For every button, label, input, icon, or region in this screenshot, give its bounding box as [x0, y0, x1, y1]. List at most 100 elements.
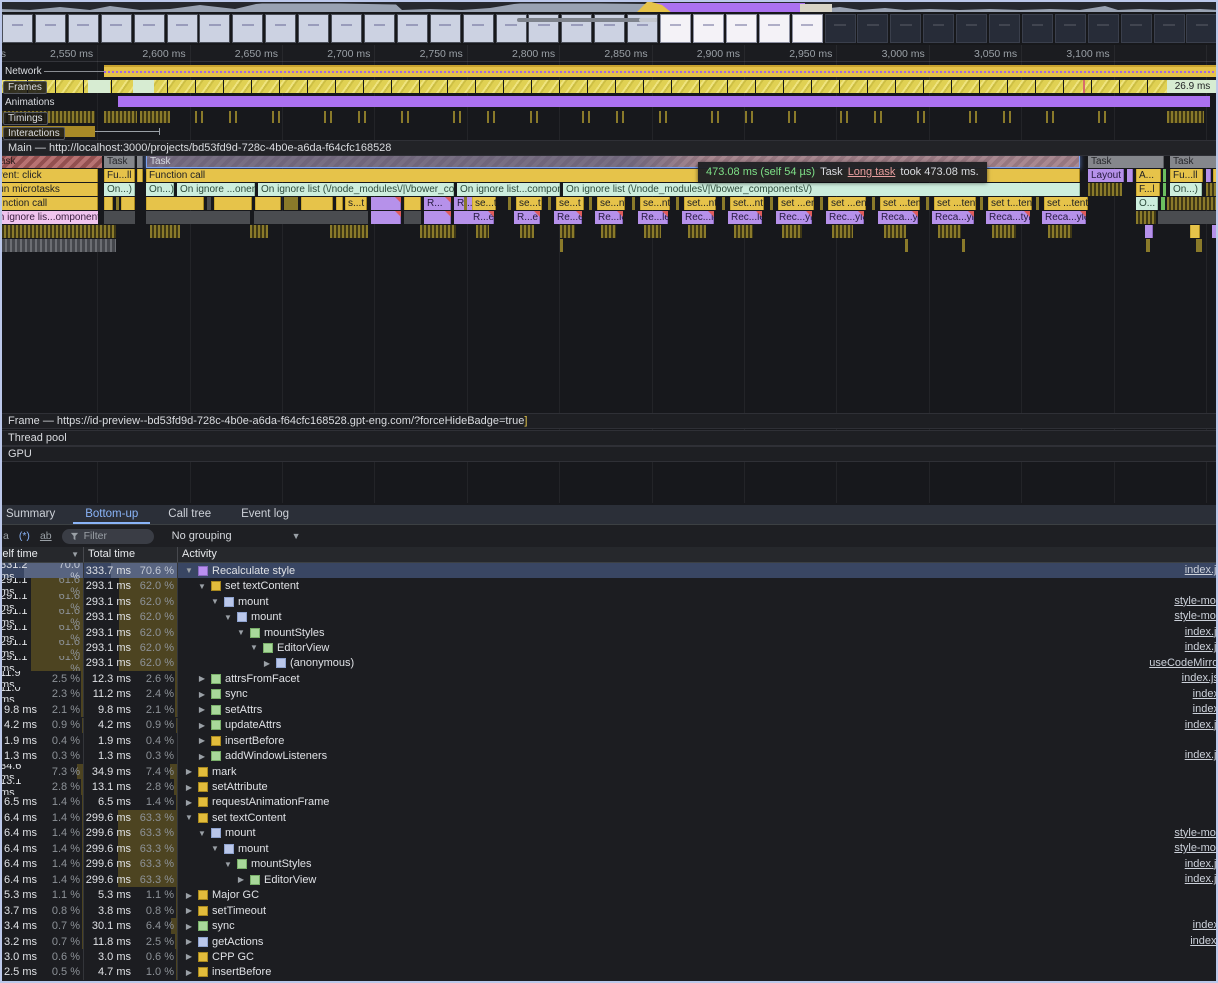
flame-block[interactable]: Task [1170, 155, 1218, 168]
frames-track[interactable]: 26.9 ms [0, 80, 1218, 93]
table-row[interactable]: 3.0 ms0.6 %3.0 ms0.6 %▶CPP GC [0, 949, 1218, 964]
expand-arrow-icon[interactable]: ▶ [184, 767, 194, 776]
expand-arrow-icon[interactable]: ▶ [197, 721, 207, 730]
source-link[interactable]: style-mod [1174, 610, 1218, 622]
flame-fragment[interactable] [301, 197, 333, 210]
flame-fragment[interactable] [548, 197, 551, 210]
table-row[interactable]: 6.4 ms1.4 %299.6 ms63.3 %▼mountStylesind… [0, 857, 1218, 872]
flame-block[interactable]: se...t [556, 197, 584, 210]
source-link[interactable]: index.j [1190, 935, 1218, 947]
frame-block[interactable] [1064, 80, 1091, 93]
flame-fragment[interactable] [782, 225, 802, 238]
expand-arrow-icon[interactable]: ▶ [197, 674, 207, 683]
flame-fragment[interactable] [371, 211, 401, 224]
main-flame-chart[interactable]: TaskTaskTaskTaskTaskEvent: clickFu...llF… [0, 155, 1218, 255]
flame-fragment[interactable] [1196, 239, 1202, 252]
flame-block[interactable]: set...nt [730, 197, 764, 210]
frame-block[interactable] [252, 80, 279, 93]
flame-block[interactable]: F...l [1136, 183, 1160, 196]
grouping-select[interactable]: No grouping ▼ [172, 530, 301, 542]
flame-fragment[interactable] [508, 197, 511, 210]
frame-block[interactable] [364, 80, 391, 93]
flame-fragment[interactable] [104, 197, 113, 210]
flame-fragment[interactable] [1127, 169, 1133, 182]
flame-block[interactable]: Rec...le [682, 211, 714, 224]
flame-block[interactable]: Fu...ll [1170, 169, 1203, 182]
filmstrip-thumbnail[interactable] [167, 14, 198, 43]
frame-block[interactable] [196, 80, 223, 93]
flame-fragment[interactable] [688, 225, 706, 238]
expand-arrow-icon[interactable]: ▶ [184, 922, 194, 931]
flame-block[interactable]: On...) [1170, 183, 1202, 196]
filmstrip-thumbnail[interactable] [890, 14, 921, 43]
flame-fragment[interactable] [560, 239, 563, 252]
filmstrip-thumbnail[interactable] [68, 14, 99, 43]
flame-fragment[interactable] [121, 197, 135, 210]
flame-fragment[interactable] [1190, 225, 1200, 238]
source-link[interactable]: index.js [1185, 719, 1218, 731]
frame-duration-badge[interactable]: 26.9 ms [1167, 80, 1218, 93]
flame-block[interactable]: On ignore ...onents\/) [177, 183, 255, 196]
flame-fragment[interactable] [137, 169, 143, 182]
flame-fragment[interactable] [207, 197, 211, 210]
table-row[interactable]: 2.5 ms0.5 %4.7 ms1.0 %▶insertBefore [0, 965, 1218, 980]
flame-fragment[interactable] [1146, 239, 1150, 252]
filmstrip-thumbnail[interactable] [463, 14, 494, 43]
flame-fragment[interactable] [1163, 169, 1166, 182]
flame-fragment[interactable] [820, 197, 823, 210]
filmstrip-thumbnail[interactable] [792, 14, 823, 43]
table-row[interactable]: 291.1 ms61.6 %293.1 ms62.0 %▼mountStyles… [0, 625, 1218, 640]
frame-block[interactable] [868, 80, 895, 93]
filmstrip-thumbnail[interactable] [857, 14, 888, 43]
flame-fragment[interactable] [146, 197, 204, 210]
flame-fragment[interactable] [0, 239, 116, 252]
collapse-arrow-icon[interactable]: ▼ [210, 597, 220, 606]
filmstrip-thumbnail[interactable] [199, 14, 230, 43]
expand-arrow-icon[interactable]: ▶ [197, 705, 207, 714]
flame-block[interactable]: On ignore list (\/node_modules\/|\/bower… [563, 183, 1080, 196]
flame-block[interactable]: On ignore lis...omponents\/) [0, 211, 98, 224]
filmstrip-thumbnail[interactable] [1186, 14, 1217, 43]
frame-block[interactable] [896, 80, 923, 93]
flame-fragment[interactable] [284, 197, 298, 210]
flame-block[interactable]: Reca...yle [1042, 211, 1086, 224]
filmstrip-thumbnail[interactable] [35, 14, 66, 43]
flame-block[interactable]: set ...tent [934, 197, 976, 210]
filmstrip-thumbnail[interactable] [989, 14, 1020, 43]
frame-block[interactable] [224, 80, 251, 93]
expand-arrow-icon[interactable]: ▶ [197, 752, 207, 761]
flame-fragment[interactable] [1206, 183, 1218, 196]
table-row[interactable]: 3.4 ms0.7 %30.1 ms6.4 %▶syncindex. [0, 918, 1218, 933]
table-row[interactable]: 4.2 ms0.9 %4.2 ms0.9 %▶updateAttrsindex.… [0, 718, 1218, 733]
match-case-icon[interactable]: a [3, 530, 9, 542]
filmstrip-thumbnail[interactable] [430, 14, 461, 43]
frame-block-idle[interactable] [133, 80, 154, 93]
frame-block[interactable] [392, 80, 419, 93]
flame-fragment[interactable] [1048, 225, 1072, 238]
flame-fragment[interactable] [336, 197, 343, 210]
expand-arrow-icon[interactable]: ▶ [184, 968, 194, 977]
frame-block[interactable] [420, 80, 447, 93]
animations-bar[interactable] [118, 96, 1210, 107]
flame-block[interactable]: A... [1136, 169, 1161, 182]
flame-fragment[interactable] [1088, 183, 1122, 196]
flame-fragment[interactable] [770, 197, 773, 210]
flame-block[interactable]: set ...tent [880, 197, 920, 210]
flame-fragment[interactable] [632, 197, 635, 210]
source-link[interactable]: style-mod [1174, 842, 1218, 854]
flame-fragment[interactable] [1161, 197, 1165, 210]
flame-fragment[interactable] [1163, 183, 1166, 196]
flame-fragment[interactable] [137, 155, 143, 168]
table-row[interactable]: 3.2 ms0.7 %11.8 ms2.5 %▶getActionsindex.… [0, 934, 1218, 949]
frame-block[interactable] [1036, 80, 1063, 93]
table-row[interactable]: 1.3 ms0.3 %1.3 ms0.3 %▶addWindowListener… [0, 748, 1218, 763]
flame-block[interactable]: Re...e [554, 211, 582, 224]
frame-block[interactable] [280, 80, 307, 93]
flame-fragment[interactable] [404, 211, 421, 224]
collapse-arrow-icon[interactable]: ▼ [249, 643, 259, 652]
flame-block[interactable]: se...t [516, 197, 542, 210]
frame-block[interactable] [980, 80, 1007, 93]
table-row[interactable]: 291.1 ms61.6 %293.1 ms62.0 %▶(anonymous)… [0, 656, 1218, 671]
table-row[interactable]: 6.4 ms1.4 %299.6 ms63.3 %▶EditorViewinde… [0, 872, 1218, 887]
frame-section-header[interactable]: Frame — https://id-preview--bd53fd9d-728… [0, 413, 1218, 429]
